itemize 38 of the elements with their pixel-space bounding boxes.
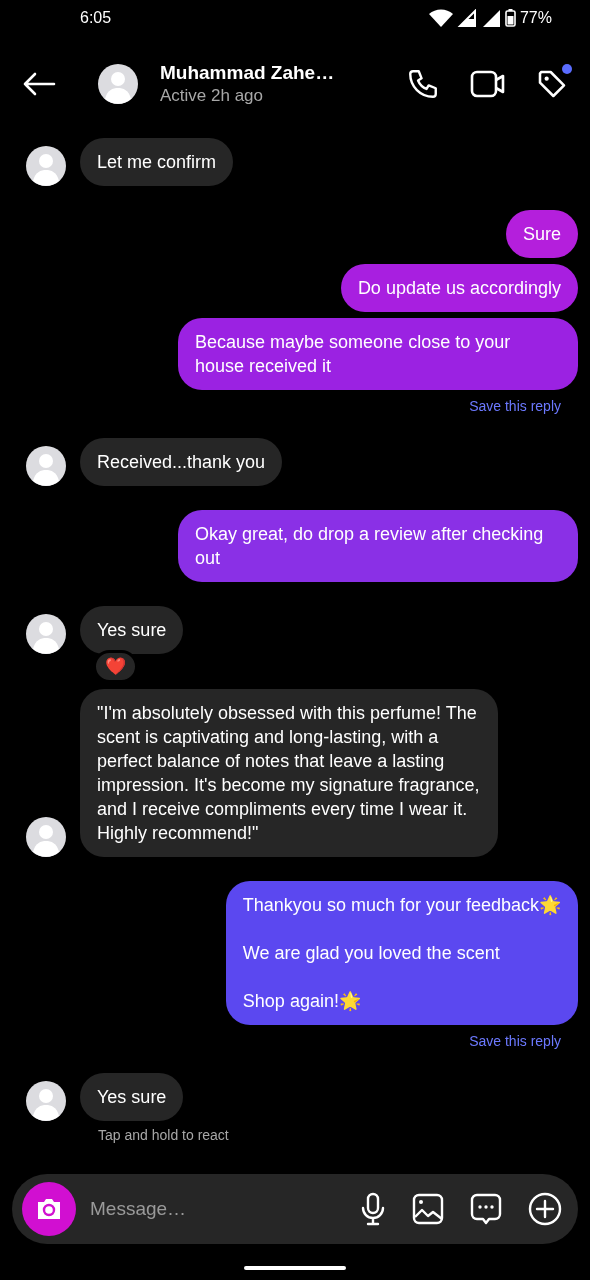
microphone-icon[interactable] bbox=[360, 1192, 386, 1226]
add-icon[interactable] bbox=[528, 1192, 562, 1226]
signal-icon bbox=[456, 9, 477, 27]
message-bubble[interactable]: Sure bbox=[505, 210, 578, 258]
message-bubble[interactable]: Because maybe someone close to your house received it bbox=[178, 318, 578, 390]
avatar-icon bbox=[26, 1081, 66, 1121]
message-input[interactable]: Message… bbox=[88, 1197, 360, 1221]
message-bubble[interactable]: "I'm absolutely obsessed with this perfume! The scent is captivating and long-lasting, with a perfect balance of notes that leave a lasting impression. It's become my signature fragrance, and I receive compliments every time I wear it. Highly recommend!" bbox=[80, 689, 498, 857]
message-bubble[interactable]: Do update us accordingly bbox=[340, 264, 578, 312]
video-camera-icon[interactable] bbox=[470, 69, 506, 99]
clock-time: 6:05 bbox=[80, 9, 113, 27]
phone-icon[interactable] bbox=[406, 67, 440, 101]
message-bubble[interactable]: Thankyou so much for your feedback🌟 We are glad you loved the scent Shop again!🌟 bbox=[225, 881, 578, 1025]
save-reply-link[interactable]: Save this reply bbox=[469, 1033, 561, 1049]
tag-icon[interactable] bbox=[536, 68, 568, 100]
camera-button[interactable] bbox=[22, 1182, 76, 1236]
image-icon[interactable] bbox=[412, 1193, 444, 1225]
avatar-icon bbox=[26, 146, 66, 186]
avatar-icon bbox=[26, 446, 66, 486]
message-bubble[interactable]: Let me confirm bbox=[80, 138, 234, 186]
message-bubble[interactable]: Okay great, do drop a review after checking out bbox=[178, 510, 578, 582]
avatar-icon bbox=[26, 614, 66, 654]
wifi-icon bbox=[428, 9, 453, 27]
battery-icon bbox=[504, 9, 516, 27]
message-bubble[interactable]: Yes sure bbox=[80, 1073, 184, 1121]
hint-text: Tap and hold to react bbox=[98, 1127, 229, 1143]
back-arrow-icon[interactable] bbox=[22, 72, 56, 96]
avatar-icon bbox=[98, 64, 138, 104]
camera-icon bbox=[35, 1197, 63, 1221]
active-status: Active 2h ago bbox=[160, 86, 264, 106]
reaction-badge[interactable]: ❤ bbox=[93, 650, 138, 683]
message-bubble[interactable]: Yes sure bbox=[80, 606, 184, 654]
battery-percent: 77% bbox=[519, 9, 552, 27]
avatar-icon bbox=[26, 817, 66, 857]
save-reply-link[interactable]: Save this reply bbox=[469, 398, 561, 414]
contact-name[interactable]: Muhammad Zahe… bbox=[160, 62, 406, 84]
message-bubble[interactable]: Received...thank you bbox=[80, 438, 283, 486]
chat-bubble-icon[interactable] bbox=[470, 1193, 502, 1225]
